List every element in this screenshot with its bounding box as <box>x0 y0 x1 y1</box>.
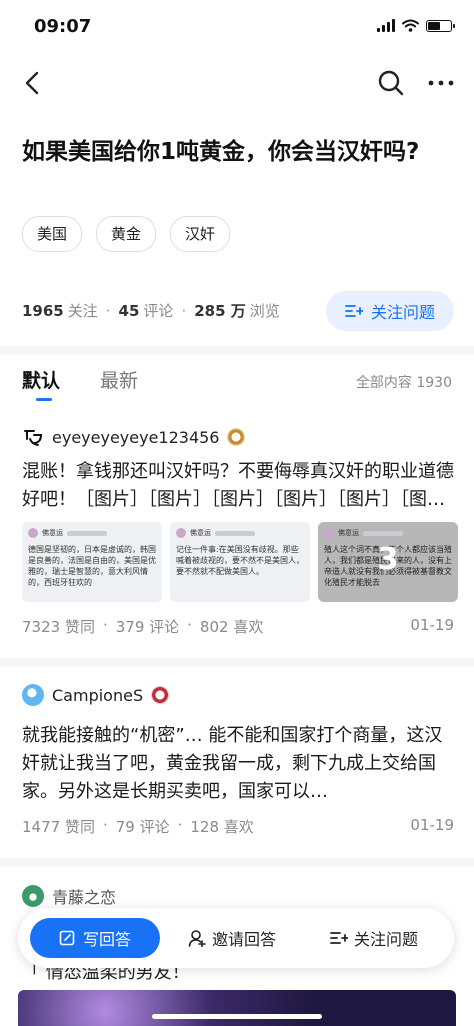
bottom-action-bar: 写回答 邀请回答 关注问题 <box>18 908 454 968</box>
follow-plus-icon <box>345 305 363 317</box>
views-label: 浏览 <box>249 302 280 320</box>
follow-question-label: 关注问题 <box>370 303 435 322</box>
signal-icon <box>377 19 395 32</box>
status-icons <box>377 19 455 32</box>
answer-tabs: 默认 最新 全部内容 1930 <box>0 354 474 404</box>
answer-card[interactable]: CampioneS 就我能接触的“机密”… 能不能和国家打个商量，这汉奸就让我当… <box>0 666 474 858</box>
write-answer-label: 写回答 <box>82 930 131 949</box>
invite-answer-label: 邀请回答 <box>212 930 277 949</box>
topic-tag[interactable]: 美国 <box>22 216 83 252</box>
like-count: 1477 赞同 <box>22 818 95 836</box>
tab-latest[interactable]: 最新 <box>100 366 138 393</box>
write-answer-button[interactable]: 写回答 <box>30 918 160 958</box>
separator: · <box>181 301 187 320</box>
avatar[interactable] <box>22 885 44 907</box>
topic-tags: 美国 黄金 汉奸 <box>22 216 231 252</box>
section-divider <box>0 658 474 666</box>
tab-active-indicator <box>36 398 52 401</box>
follow-plus-icon <box>330 932 348 944</box>
answer-excerpt[interactable]: 就我能接触的“机密”… 能不能和国家打个商量，这汉奸就让我当了吧，黄金我留一成，… <box>22 722 454 806</box>
fav-count: 802 喜欢 <box>199 618 264 636</box>
thumb-text: 记住一件事:在美国没有歧视。那些喊着被歧视的，要不然不是美国人，要不然就不配做美… <box>176 545 304 576</box>
topic-tag[interactable]: 黄金 <box>96 216 157 252</box>
wifi-icon <box>402 19 419 32</box>
fav-count: 128 喜欢 <box>190 818 254 836</box>
follow-question-button[interactable]: 关注问题 <box>330 918 418 958</box>
section-divider <box>0 858 474 866</box>
thumb-blur <box>363 530 403 536</box>
answer-excerpt[interactable]: 混账！拿钱那还叫汉奸吗？不要侮辱真汉奸的职业道德好吧！［图片］［图片］［图片］［… <box>22 458 454 514</box>
back-icon[interactable] <box>18 68 48 98</box>
answer-date: 01-19 <box>410 816 454 834</box>
answer-image[interactable] <box>18 990 456 1026</box>
all-content-count: 全部内容 1930 <box>355 375 452 391</box>
thumb-avatar <box>176 528 186 538</box>
tab-default[interactable]: 默认 <box>22 366 60 393</box>
thumb-author: 佛意运 <box>338 529 359 537</box>
thumb-avatar <box>324 528 334 538</box>
answer-meta: 7323 赞同 · 379 评论 · 802 喜欢 01-19 <box>22 616 454 636</box>
thumb-blur <box>67 530 107 536</box>
followers-count: 1965 <box>22 301 64 320</box>
comments-label: 评论 <box>143 302 174 320</box>
thumb-author: 佛意运 <box>42 529 63 537</box>
author-badge-icon <box>151 686 170 704</box>
answer-author[interactable]: 青藤之恋 <box>22 884 116 908</box>
edit-icon <box>59 930 75 946</box>
avatar[interactable] <box>22 684 44 706</box>
like-count: 7323 赞同 <box>22 618 95 636</box>
answer-author[interactable]: CampioneS <box>22 684 170 706</box>
author-name: eyeyeyeyeye123456 <box>52 427 220 447</box>
separator: · <box>105 301 111 320</box>
author-name: 青藤之恋 <box>52 888 117 907</box>
thumb-text: 德国是坚韧的，日本是虚诚的，韩国是良善的，法国是自由的，美国是优雅的，瑞士是智慧… <box>28 545 156 587</box>
followers-label: 关注 <box>67 302 98 320</box>
status-bar: 09:07 <box>0 0 474 56</box>
invite-answer-button[interactable]: 邀请回答 <box>188 918 276 958</box>
answer-card[interactable]: eyeyeyeyeye123456 混账！拿钱那还叫汉奸吗？不要侮辱真汉奸的职业… <box>0 404 474 658</box>
views-count: 285 万 <box>194 302 246 320</box>
question-title: 如果美国给你1吨黄金，你会当汉奸吗? <box>22 139 420 165</box>
more-images-count: 3 <box>377 542 399 577</box>
answer-meta: 1477 赞同 · 79 评论 · 128 喜欢 01-19 <box>22 816 454 836</box>
comment-count: 379 评论 <box>115 618 180 636</box>
answer-image-strip[interactable]: 佛意运 德国是坚韧的，日本是虚诚的，韩国是良善的，法国是自由的，美国是优雅的，瑞… <box>22 522 458 602</box>
follow-question-label: 关注问题 <box>354 930 419 949</box>
more-icon[interactable] <box>426 68 456 98</box>
question-stats: 1965 关注 · 45 评论 · 285 万 浏览 <box>22 300 280 321</box>
invite-user-icon <box>188 930 206 947</box>
answer-image[interactable]: 佛意运 德国是坚韧的，日本是虚诚的，韩国是良善的，法国是自由的，美国是优雅的，瑞… <box>22 522 162 602</box>
top-nav <box>0 56 474 112</box>
answer-image[interactable]: 佛意运 记住一件事:在美国没有歧视。那些喊着被歧视的，要不然不是美国人，要不然就… <box>170 522 310 602</box>
thumb-author: 佛意运 <box>190 529 211 537</box>
topic-tag[interactable]: 汉奸 <box>170 216 231 252</box>
author-badge-icon <box>227 428 246 446</box>
thumb-blur <box>215 530 255 536</box>
answer-author[interactable]: eyeyeyeyeye123456 <box>22 426 246 448</box>
comment-count: 79 评论 <box>115 818 170 836</box>
follow-question-button[interactable]: 关注问题 <box>326 291 454 331</box>
author-name: CampioneS <box>52 685 144 705</box>
comments-count: 45 <box>118 301 140 320</box>
answer-date: 01-19 <box>410 616 454 634</box>
thumb-avatar <box>28 528 38 538</box>
avatar[interactable] <box>22 426 44 448</box>
search-icon[interactable] <box>376 68 406 98</box>
answer-image[interactable]: 佛意运 殖人这个词不真，不个人都应该当殖人，我们都是殖民出来的人，没有上帝造人就… <box>318 522 458 602</box>
home-indicator <box>152 1014 322 1019</box>
section-divider <box>0 346 474 354</box>
battery-icon <box>426 19 455 32</box>
status-time: 09:07 <box>34 16 92 37</box>
